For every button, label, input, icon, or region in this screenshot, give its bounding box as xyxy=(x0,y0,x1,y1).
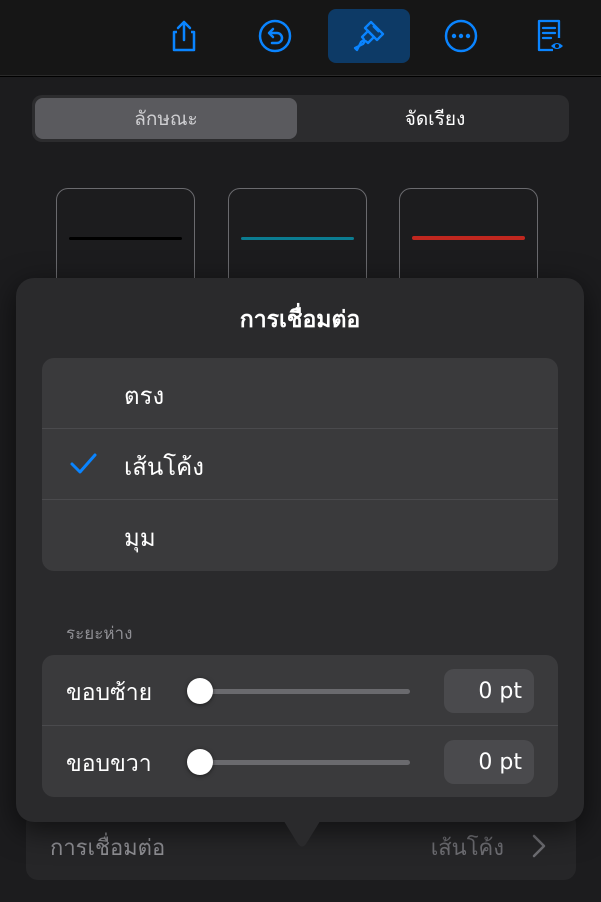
undo-button[interactable] xyxy=(234,9,316,63)
chevron-right-icon xyxy=(532,834,546,858)
spacing-header: ระยะห่าง xyxy=(66,624,133,644)
left-margin-value[interactable]: 0 pt xyxy=(444,669,534,713)
option-corner[interactable]: มุม xyxy=(42,500,558,571)
black-line-preview xyxy=(69,237,182,240)
red-line-preview xyxy=(412,236,525,240)
tab-arrange[interactable]: จัดเรียง xyxy=(304,98,566,139)
right-margin-slider-knob[interactable] xyxy=(187,749,213,775)
paintbrush-icon xyxy=(353,20,385,52)
segmented-control: ลักษณะ จัดเรียง xyxy=(32,95,569,142)
reading-view-icon xyxy=(537,19,563,52)
option-label: เส้นโค้ง xyxy=(124,453,204,481)
format-button[interactable] xyxy=(328,9,410,63)
left-margin-row: ขอบซ้าย 0 pt xyxy=(42,655,558,726)
right-margin-label: ขอบขวา xyxy=(66,751,152,777)
teal-line-preview xyxy=(241,237,354,240)
top-toolbar xyxy=(0,0,601,76)
option-label: มุม xyxy=(124,524,156,552)
left-margin-slider-knob[interactable] xyxy=(187,678,213,704)
left-margin-label: ขอบซ้าย xyxy=(66,680,153,706)
spacing-group: ขอบซ้าย 0 pt ขอบขวา 0 pt xyxy=(42,655,558,797)
reading-view-button[interactable] xyxy=(508,9,590,63)
right-margin-slider[interactable] xyxy=(200,760,410,765)
undo-icon xyxy=(258,19,292,53)
checkmark-icon xyxy=(70,453,97,474)
option-curved[interactable]: เส้นโค้ง xyxy=(42,429,558,500)
connection-popover: การเชื่อมต่อ ตรง เส้นโค้ง มุม ระยะห่าง ข… xyxy=(16,278,584,822)
more-icon xyxy=(444,19,478,53)
share-button[interactable] xyxy=(143,9,225,63)
connection-row-label: การเชื่อมต่อ xyxy=(50,836,166,861)
option-label: ตรง xyxy=(124,382,165,410)
left-margin-slider[interactable] xyxy=(200,689,410,694)
option-straight[interactable]: ตรง xyxy=(42,358,558,429)
more-button[interactable] xyxy=(420,9,502,63)
popover-pointer xyxy=(282,818,322,847)
tab-style[interactable]: ลักษณะ xyxy=(35,98,297,139)
connection-row-value: เส้นโค้ง xyxy=(430,836,504,861)
right-margin-value[interactable]: 0 pt xyxy=(444,740,534,784)
popover-title: การเชื่อมต่อ xyxy=(239,307,361,333)
right-margin-row: ขอบขวา 0 pt xyxy=(42,726,558,797)
connection-options-list: ตรง เส้นโค้ง มุม xyxy=(42,358,558,571)
share-icon xyxy=(172,20,196,52)
